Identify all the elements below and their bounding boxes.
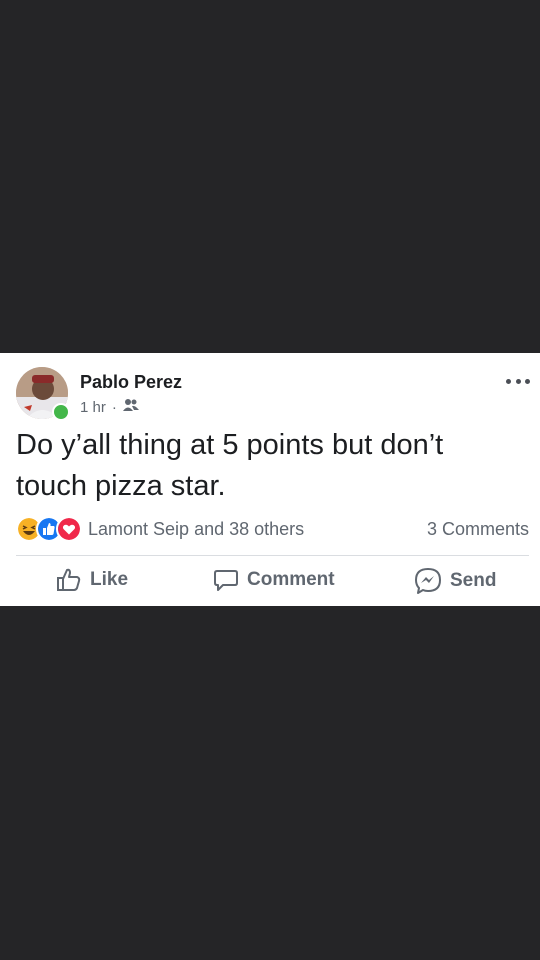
friends-icon[interactable]: [122, 398, 139, 416]
post-card: Pablo Perez 1 hr · Do y’all thing at 5 p…: [0, 353, 540, 606]
more-options-button[interactable]: [506, 375, 530, 387]
post-time[interactable]: 1 hr: [80, 399, 106, 416]
send-label: Send: [450, 570, 497, 591]
more-dot-icon: [506, 378, 511, 384]
reactions-row: Lamont Seip and 38 others 3 Comments: [16, 516, 529, 542]
author-name[interactable]: Pablo Perez: [80, 372, 182, 393]
author-avatar[interactable]: [16, 367, 70, 421]
post-actions: Like Comment Send: [0, 567, 540, 597]
post-text: Do y’all thing at 5 points but don’t tou…: [16, 429, 444, 502]
screen: Pablo Perez 1 hr · Do y’all thing at 5 p…: [0, 0, 540, 960]
send-button[interactable]: Send: [414, 567, 496, 595]
meta-separator: ·: [111, 398, 117, 416]
more-dot-icon: [525, 378, 530, 384]
post-meta: 1 hr ·: [80, 398, 139, 416]
love-reaction-icon: [56, 516, 82, 542]
like-button[interactable]: Like: [56, 567, 128, 593]
comment-button[interactable]: Comment: [213, 567, 335, 593]
reaction-icons: [16, 516, 82, 542]
online-status-dot: [52, 403, 70, 421]
more-dot-icon: [515, 378, 521, 384]
comment-label: Comment: [247, 569, 335, 590]
reactions-summary[interactable]: Lamont Seip and 38 others: [16, 516, 304, 542]
messenger-icon: [415, 568, 441, 594]
thumbs-up-icon: [57, 568, 81, 591]
reactors-text: Lamont Seip and 38 others: [88, 518, 305, 539]
comments-count-link[interactable]: 3 Comments: [427, 519, 529, 540]
actions-divider: [16, 555, 529, 556]
comment-icon: [214, 570, 238, 591]
like-label: Like: [90, 569, 129, 590]
